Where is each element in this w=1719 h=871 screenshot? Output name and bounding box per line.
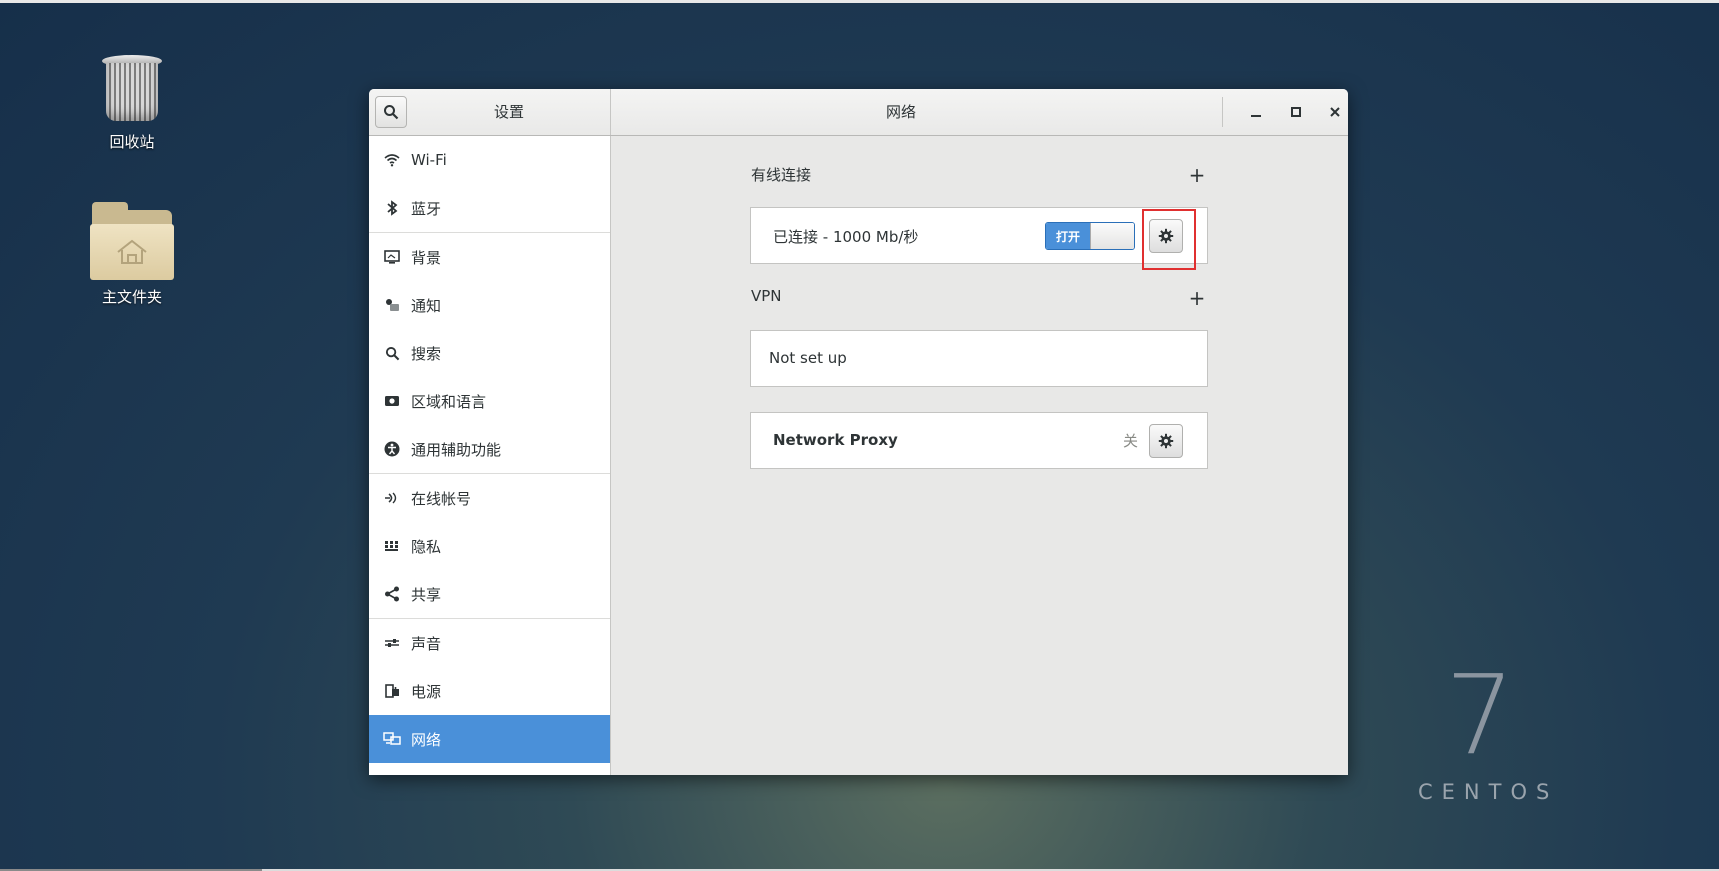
online-accounts-icon — [381, 489, 403, 507]
search-button[interactable] — [375, 96, 407, 128]
network-icon — [381, 730, 403, 748]
vpn-status: Not set up — [769, 349, 847, 367]
share-icon — [381, 585, 403, 603]
sidebar-item-search[interactable]: 搜索 — [369, 329, 610, 377]
maximize-icon — [1291, 107, 1301, 117]
sidebar-item-label: 背景 — [411, 248, 442, 267]
wired-status: 已连接 - 1000 Mb/秒 — [773, 228, 919, 246]
settings-sidebar: Wi-Fi 蓝牙 背景 通知 搜索 区域和语言 通用辅助功能 在线帐号 隐私 共… — [369, 136, 611, 775]
region-icon — [381, 392, 403, 410]
centos-brand-text: CENTOS — [1418, 780, 1559, 804]
toggle-knob — [1090, 223, 1134, 249]
close-icon — [1330, 107, 1340, 117]
accessibility-icon — [381, 440, 403, 458]
sidebar-title: 设置 — [493, 103, 524, 121]
background-icon — [381, 248, 403, 266]
sidebar-item-label: 通用辅助功能 — [411, 440, 502, 459]
close-button[interactable] — [1322, 100, 1348, 124]
sidebar-item-label: 通知 — [411, 296, 442, 315]
gear-highlight-box — [1142, 209, 1196, 270]
wired-toggle[interactable]: 打开 — [1045, 222, 1135, 250]
sidebar-item-label: 电源 — [411, 682, 442, 701]
sidebar-item-label: 共享 — [411, 585, 442, 604]
trash-icon — [102, 55, 162, 125]
bluetooth-icon — [381, 199, 403, 217]
sidebar-item-region[interactable]: 区域和语言 — [369, 377, 610, 425]
sidebar-item-sound[interactable]: 声音 — [369, 619, 610, 667]
desktop-home-folder[interactable]: 主文件夹 — [77, 200, 187, 307]
power-icon — [381, 682, 403, 700]
add-vpn-button[interactable]: + — [1187, 288, 1207, 308]
sidebar-item-label: 网络 — [411, 730, 442, 749]
desktop-trash-label: 回收站 — [109, 133, 155, 151]
centos-version-mark: 7 — [1445, 651, 1515, 779]
search-icon — [384, 105, 399, 120]
sidebar-item-network[interactable]: 网络 — [369, 715, 610, 763]
desktop-home-label: 主文件夹 — [101, 288, 162, 306]
sidebar-item-label: 隐私 — [411, 537, 442, 556]
sidebar-item-label: 在线帐号 — [411, 489, 472, 508]
minimize-button[interactable] — [1243, 100, 1269, 124]
window-title: 网络 — [885, 103, 916, 121]
sidebar-item-label: 声音 — [411, 634, 442, 653]
wired-connection-row: 已连接 - 1000 Mb/秒 打开 — [750, 207, 1208, 264]
network-proxy-row[interactable]: Network Proxy 关 — [750, 412, 1208, 469]
sidebar-item-label: Wi-Fi — [411, 151, 447, 169]
sidebar-item-power[interactable]: 电源 — [369, 667, 610, 715]
titlebar[interactable]: 设置 网络 — [369, 89, 1348, 136]
minimize-icon — [1251, 115, 1261, 117]
sidebar-item-online-accounts[interactable]: 在线帐号 — [369, 474, 610, 522]
settings-window: 设置 网络 Wi-Fi 蓝牙 背景 通知 搜索 区域和语言 通用辅助功能 在线帐… — [369, 89, 1348, 775]
sidebar-item-sharing[interactable]: 共享 — [369, 570, 610, 618]
add-wired-button[interactable]: + — [1187, 165, 1207, 185]
home-icon — [117, 239, 147, 264]
titlebar-separator — [1222, 97, 1223, 127]
sidebar-item-bluetooth[interactable]: 蓝牙 — [369, 184, 610, 232]
folder-icon — [90, 200, 174, 280]
sidebar-item-label: 蓝牙 — [411, 199, 442, 218]
wifi-icon — [381, 151, 403, 169]
notification-icon — [381, 296, 403, 314]
sidebar-item-label: 区域和语言 — [411, 392, 487, 411]
sound-icon — [381, 634, 403, 652]
sidebar-item-background[interactable]: 背景 — [369, 233, 610, 281]
network-panel: 有线连接 + 已连接 - 1000 Mb/秒 打开 VPN + Not set … — [611, 136, 1348, 775]
screen-top-border — [0, 0, 1719, 3]
vpn-section-label: VPN — [751, 287, 782, 305]
privacy-icon — [381, 537, 403, 555]
sidebar-item-label: 搜索 — [411, 344, 442, 363]
sidebar-item-accessibility[interactable]: 通用辅助功能 — [369, 425, 610, 473]
network-proxy-status: 关 — [1123, 432, 1139, 450]
proxy-settings-button[interactable] — [1149, 424, 1183, 458]
desktop-trash[interactable]: 回收站 — [77, 55, 187, 152]
toggle-on-label: 打开 — [1046, 223, 1090, 249]
maximize-button[interactable] — [1283, 100, 1309, 124]
vpn-row: Not set up — [750, 330, 1208, 387]
wired-section-label: 有线连接 — [751, 166, 812, 184]
sidebar-item-wifi[interactable]: Wi-Fi — [369, 136, 610, 184]
search-icon — [381, 344, 403, 362]
titlebar-sidebar-header: 设置 — [369, 89, 611, 135]
network-proxy-label: Network Proxy — [773, 431, 898, 449]
sidebar-item-notifications[interactable]: 通知 — [369, 281, 610, 329]
sidebar-item-privacy[interactable]: 隐私 — [369, 522, 610, 570]
gear-icon — [1158, 433, 1174, 449]
